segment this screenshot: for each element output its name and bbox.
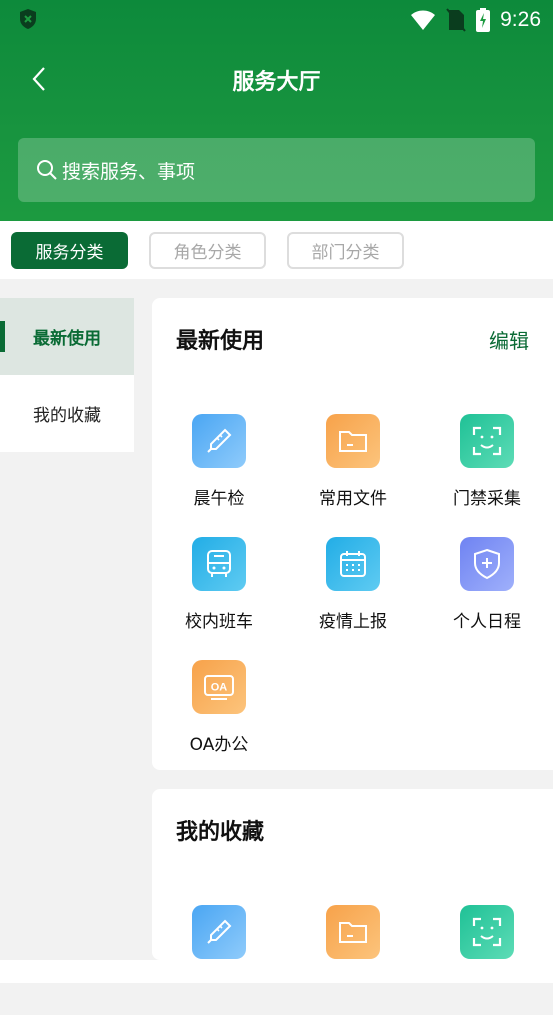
app-oa-office[interactable]: OA OA办公 — [152, 660, 286, 770]
header: 9:26 服务大厅 搜索服务、事项 — [0, 0, 553, 221]
recent-card: 最新使用 编辑 晨午检 常用文件 门禁采集 校内班车 疫情上报 个人日程 OA … — [152, 298, 553, 770]
search-input[interactable]: 搜索服务、事项 — [18, 138, 535, 202]
category-tabs: 服务分类 角色分类 部门分类 — [0, 221, 553, 279]
tab-service-category[interactable]: 服务分类 — [11, 232, 128, 269]
title-bar: 服务大厅 — [0, 52, 553, 106]
favorites-card: 我的收藏 — [152, 789, 553, 960]
app-label: 门禁采集 — [453, 489, 521, 509]
status-time: 9:26 — [500, 8, 541, 31]
app-label: OA办公 — [189, 735, 249, 755]
face-scan-icon — [460, 414, 514, 468]
calendar-icon — [326, 537, 380, 591]
page-title: 服务大厅 — [232, 70, 321, 95]
shield-plus-icon — [460, 537, 514, 591]
app-access-capture[interactable]: 门禁采集 — [420, 414, 553, 524]
no-sim-icon — [446, 8, 466, 32]
app-campus-bus[interactable]: 校内班车 — [152, 537, 286, 647]
active-indicator — [0, 321, 5, 352]
app-epidemic-report[interactable]: 疫情上报 — [286, 537, 420, 647]
bus-icon — [192, 537, 246, 591]
app-label: 疫情上报 — [319, 612, 387, 632]
folder-icon — [326, 905, 380, 959]
svg-text:OA: OA — [211, 682, 228, 694]
app-label: 晨午检 — [193, 489, 245, 509]
tab-department-category[interactable]: 部门分类 — [287, 232, 404, 269]
bottom-strip — [0, 960, 553, 983]
status-bar: 9:26 — [0, 0, 553, 40]
sidebar-item-label: 我的收藏 — [33, 406, 101, 426]
edit-button[interactable]: 编辑 — [489, 325, 529, 354]
tab-role-category[interactable]: 角色分类 — [149, 232, 266, 269]
search-placeholder: 搜索服务、事项 — [62, 160, 196, 183]
recent-title: 最新使用 — [176, 329, 265, 354]
wifi-icon — [411, 10, 436, 30]
face-scan-icon — [460, 905, 514, 959]
app-common-files[interactable]: 常用文件 — [286, 414, 420, 524]
thermometer-icon — [192, 414, 246, 468]
app-label: 常用文件 — [319, 489, 387, 509]
favorites-title: 我的收藏 — [176, 820, 265, 845]
search-icon — [37, 160, 57, 180]
battery-icon — [476, 8, 491, 32]
folder-icon — [326, 414, 380, 468]
app-personal-schedule[interactable]: 个人日程 — [420, 537, 553, 647]
thermometer-icon — [192, 905, 246, 959]
app-morning-check[interactable]: 晨午检 — [152, 414, 286, 524]
sidebar: 最新使用 我的收藏 — [0, 298, 134, 452]
app-label: 个人日程 — [453, 612, 521, 632]
sidebar-item-recent[interactable]: 最新使用 — [0, 298, 134, 375]
sidebar-item-favorites[interactable]: 我的收藏 — [0, 375, 134, 452]
sidebar-item-label: 最新使用 — [33, 329, 101, 349]
oa-icon: OA — [192, 660, 246, 714]
app-label: 校内班车 — [185, 612, 253, 632]
shield-x-icon — [20, 9, 36, 29]
